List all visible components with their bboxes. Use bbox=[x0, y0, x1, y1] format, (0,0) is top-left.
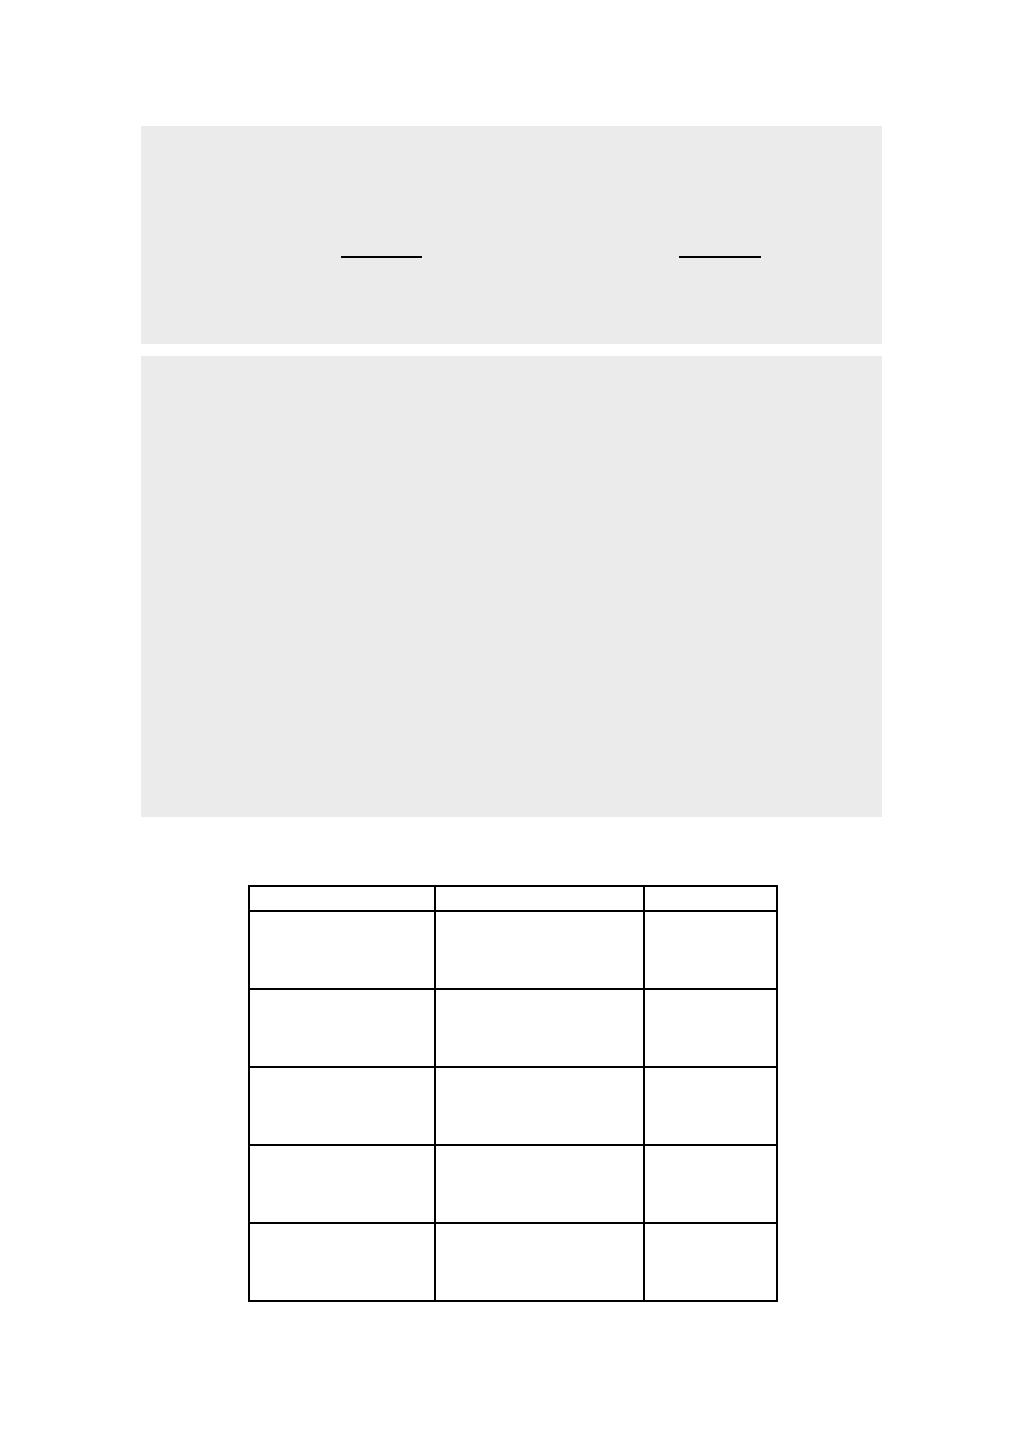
table-cell[interactable] bbox=[434, 988, 645, 1068]
table-cell[interactable] bbox=[643, 1144, 778, 1224]
table-cell[interactable] bbox=[643, 1066, 778, 1146]
data-table bbox=[248, 885, 778, 1302]
column-header bbox=[434, 885, 645, 912]
table-cell[interactable] bbox=[434, 1066, 645, 1146]
table-row bbox=[248, 1066, 778, 1146]
table-header-row bbox=[248, 885, 778, 912]
table-row bbox=[248, 910, 778, 990]
column-header bbox=[643, 885, 778, 912]
answer-blank-line[interactable] bbox=[679, 256, 761, 258]
table-cell[interactable] bbox=[248, 1144, 436, 1224]
table-row bbox=[248, 988, 778, 1068]
column-header bbox=[248, 885, 436, 912]
answer-blank-line[interactable] bbox=[341, 256, 422, 258]
middle-answer-panel bbox=[141, 356, 882, 817]
table-row bbox=[248, 1222, 778, 1302]
top-answer-panel bbox=[141, 126, 882, 344]
table-cell[interactable] bbox=[643, 910, 778, 990]
table-cell[interactable] bbox=[248, 1066, 436, 1146]
table-cell[interactable] bbox=[643, 988, 778, 1068]
table-cell[interactable] bbox=[434, 1144, 645, 1224]
table-cell[interactable] bbox=[248, 988, 436, 1068]
table-cell[interactable] bbox=[434, 1222, 645, 1302]
table-cell[interactable] bbox=[248, 1222, 436, 1302]
table-cell[interactable] bbox=[434, 910, 645, 990]
table-cell[interactable] bbox=[248, 910, 436, 990]
table-cell[interactable] bbox=[643, 1222, 778, 1302]
table-row bbox=[248, 1144, 778, 1224]
